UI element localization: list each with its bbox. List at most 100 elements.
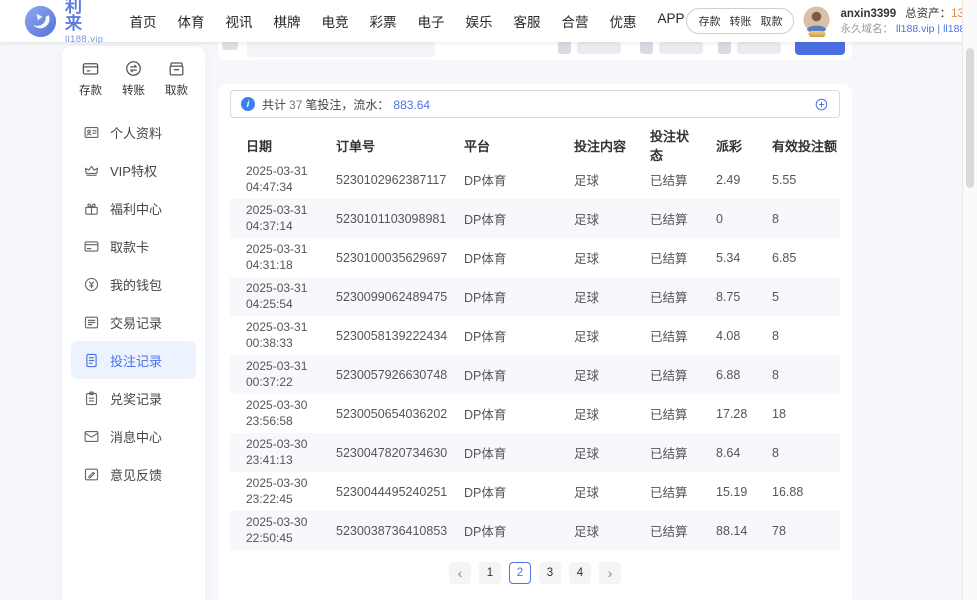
cell-valid: 8	[772, 445, 779, 460]
sidebar-menu-item[interactable]: 交易记录	[62, 303, 205, 341]
cell-status: 已结算	[650, 486, 688, 500]
cell-content: 足球	[574, 252, 600, 266]
avatar[interactable]	[803, 5, 831, 37]
cell-valid: 8	[772, 367, 779, 382]
cell-platform: DP体育	[464, 447, 507, 461]
sidebar-menu-item[interactable]: 我的钱包	[62, 265, 205, 303]
pagination-page-button[interactable]: 3	[539, 562, 561, 584]
filter-option-icon-fragment[interactable]	[558, 41, 571, 54]
cell-payout: 4.08	[716, 328, 741, 343]
perma-domain-label: 永久域名：	[840, 22, 893, 35]
sidebar-menu-item[interactable]: 兑奖记录	[62, 379, 205, 417]
cell-valid: 8	[772, 211, 779, 226]
pagination: ‹ 1234 ›	[218, 562, 852, 584]
sidebar: 存款 转账 取款 个人资料 VIP特权 福利中心 取款卡 我的钱包 交易记录 投…	[62, 46, 205, 600]
pagination-page-button[interactable]: 4	[569, 562, 591, 584]
pagination-pages: 1234	[479, 562, 591, 584]
wallet-pill-item[interactable]: 转账	[729, 13, 751, 29]
cell-valid: 78	[772, 523, 786, 538]
cell-date: 2025-03-31 04:47:34	[246, 163, 308, 194]
summary-prefix: 共计	[262, 97, 287, 112]
col-header-order: 订单号	[336, 138, 376, 154]
summary-bar: i 共计 37 笔投注，流水： 883.64	[230, 90, 840, 118]
assets-label: 总资产：	[905, 7, 952, 20]
cell-valid: 18	[772, 406, 786, 421]
pagination-page-button[interactable]: 1	[479, 562, 501, 584]
sidebar-item-icon	[83, 162, 100, 179]
wallet-pill-item[interactable]: 存款	[698, 13, 720, 29]
nav-item[interactable]: APP	[655, 7, 686, 35]
expand-plus-icon[interactable]	[814, 97, 829, 112]
sidebar-item-icon	[83, 124, 100, 141]
sidebar-item-icon	[83, 200, 100, 217]
filter-option-icon-fragment[interactable]	[718, 41, 731, 54]
cell-platform: DP体育	[464, 213, 507, 227]
sidebar-item-icon	[83, 352, 100, 369]
table-body: 2025-03-31 04:47:34 5230102962387117 DP体育…	[230, 160, 840, 550]
user-info: anxin3399总资产：1363.49元 永久域名：ll188.vip | l…	[840, 6, 977, 37]
quick-action[interactable]: 取款	[165, 59, 188, 98]
cell-payout: 5.34	[716, 250, 741, 265]
nav-item[interactable]: 电子	[415, 7, 446, 35]
nav-item[interactable]: 首页	[127, 7, 158, 35]
sidebar-menu-item[interactable]: 福利中心	[62, 189, 205, 227]
cell-content: 足球	[574, 447, 600, 461]
nav-item[interactable]: 娱乐	[463, 7, 494, 35]
scrollbar-thumb[interactable]	[966, 48, 974, 188]
filter-option-label-fragment	[737, 42, 781, 54]
cell-content: 足球	[574, 369, 600, 383]
sidebar-item-label: 我的钱包	[110, 277, 163, 293]
nav-item[interactable]: 彩票	[367, 7, 398, 35]
pagination-prev-button[interactable]: ‹	[449, 562, 471, 584]
brand-name: 利来	[65, 0, 90, 33]
table-row: 2025-03-31 04:37:14 5230101103098981 DP体育…	[230, 199, 840, 238]
sidebar-item-label: VIP特权	[110, 163, 157, 179]
sidebar-menu-item[interactable]: 消息中心	[62, 417, 205, 455]
cell-valid: 5.55	[772, 172, 797, 187]
sidebar-menu-item[interactable]: 投注记录	[71, 341, 196, 379]
cell-status: 已结算	[650, 369, 688, 383]
cell-status: 已结算	[650, 330, 688, 344]
cell-date: 2025-03-31 00:38:33	[246, 319, 308, 350]
sidebar-item-icon	[83, 276, 100, 293]
bet-records-card: i 共计 37 笔投注，流水： 883.64 日期 订单号 平台 投注内容 投注状态 …	[218, 84, 852, 600]
quick-action-icon	[167, 59, 186, 78]
pagination-next-button[interactable]: ›	[599, 562, 621, 584]
sidebar-item-label: 意见反馈	[110, 467, 163, 483]
sidebar-menu-item[interactable]: VIP特权	[62, 151, 205, 189]
cell-payout: 15.19	[716, 484, 748, 499]
cell-order: 5230102962387117	[336, 172, 447, 187]
wallet-pill-item[interactable]: 取款	[760, 13, 782, 29]
sidebar-item-label: 投注记录	[110, 353, 163, 369]
sidebar-item-label: 福利中心	[110, 201, 163, 217]
nav-item[interactable]: 客服	[511, 7, 542, 35]
pagination-page-button[interactable]: 2	[509, 562, 531, 584]
cell-order: 5230047820734630	[336, 445, 448, 460]
table-row: 2025-03-31 04:47:34 5230102962387117 DP体育…	[230, 160, 840, 199]
table-row: 2025-03-30 22:50:45 5230038736410853 DP体育…	[230, 511, 840, 550]
quick-action[interactable]: 存款	[79, 59, 102, 98]
cell-payout: 6.88	[716, 367, 741, 382]
quick-action-icon	[124, 59, 143, 78]
nav-item[interactable]: 电竞	[319, 7, 350, 35]
nav-item[interactable]: 优惠	[607, 7, 638, 35]
brand-logo[interactable]: 利来 ll188.vip	[24, 0, 103, 44]
quick-action[interactable]: 转账	[122, 59, 145, 98]
quick-action-label: 取款	[165, 85, 188, 97]
nav-item[interactable]: 视讯	[223, 7, 254, 35]
sidebar-menu-item[interactable]: 取款卡	[62, 227, 205, 265]
cell-payout: 8.64	[716, 445, 741, 460]
nav-item[interactable]: 体育	[175, 7, 206, 35]
sidebar-menu-item[interactable]: 个人资料	[62, 113, 205, 151]
nav-item[interactable]: 合营	[559, 7, 590, 35]
filter-option-icon-fragment[interactable]	[640, 41, 653, 54]
cell-valid: 6.85	[772, 250, 797, 265]
scrollbar-track[interactable]	[962, 0, 977, 600]
sidebar-menu-item[interactable]: 意见反馈	[62, 455, 205, 493]
sidebar-item-label: 兑奖记录	[110, 391, 163, 407]
col-header-payout: 派彩	[716, 138, 743, 154]
sidebar-item-icon	[83, 314, 100, 331]
cell-valid: 5	[772, 289, 779, 304]
sidebar-item-label: 个人资料	[110, 125, 163, 141]
nav-item[interactable]: 棋牌	[271, 7, 302, 35]
